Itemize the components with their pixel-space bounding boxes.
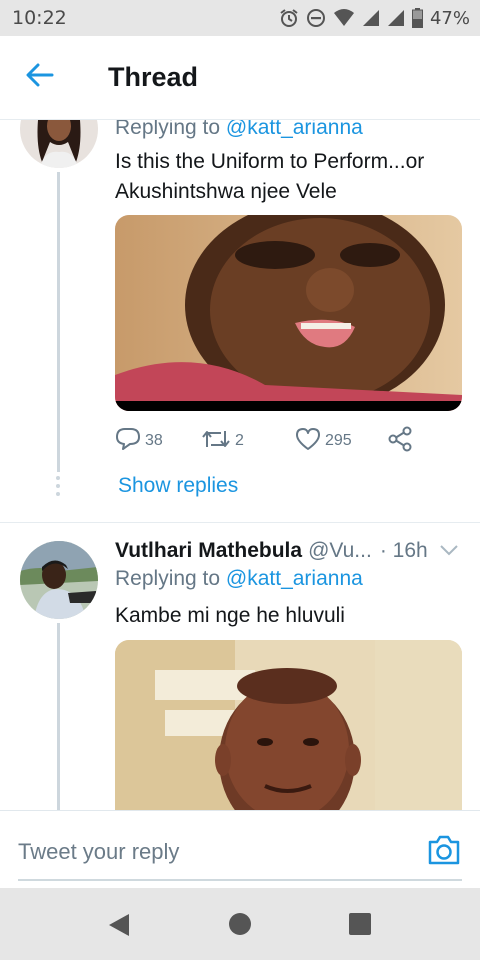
tweet-text: Kambe mi nge he hluvuli bbox=[115, 604, 345, 627]
reply-input[interactable]: Tweet your reply bbox=[18, 829, 462, 881]
author-handle[interactable]: @Vu... bbox=[308, 539, 372, 563]
tweet-text: Is this the Uniform to Perform...or Akus… bbox=[115, 147, 460, 207]
like-count: 295 bbox=[325, 432, 352, 449]
status-icons: 47% bbox=[279, 8, 470, 29]
mention-link[interactable]: @katt_arianna bbox=[226, 120, 363, 139]
retweet-action[interactable]: 2 bbox=[201, 427, 295, 456]
like-action[interactable]: 295 bbox=[295, 427, 387, 456]
share-icon bbox=[387, 426, 413, 457]
do-not-disturb-icon bbox=[306, 8, 326, 28]
page-title: Thread bbox=[108, 62, 199, 92]
signal-icon bbox=[387, 9, 405, 27]
heart-icon bbox=[295, 427, 321, 456]
recents-square-icon[interactable] bbox=[348, 912, 372, 941]
reply-count: 38 bbox=[145, 432, 163, 449]
tweet-image[interactable] bbox=[115, 215, 462, 411]
tweet-time: · 16h bbox=[379, 539, 428, 562]
tweet-image[interactable] bbox=[115, 640, 462, 810]
avatar[interactable] bbox=[20, 120, 98, 168]
reply-icon bbox=[115, 427, 141, 456]
replying-to: Replying to @katt_arianna bbox=[115, 567, 363, 591]
replying-to: Replying to @katt_arianna bbox=[115, 120, 363, 140]
back-triangle-icon[interactable] bbox=[107, 912, 131, 943]
share-action[interactable] bbox=[387, 426, 413, 457]
tweet-text-line: Is this the Uniform to Perform...or bbox=[115, 150, 425, 173]
signal-icon bbox=[362, 9, 380, 27]
back-arrow-icon bbox=[26, 63, 54, 92]
author-name[interactable]: Vutlhari Mathebula bbox=[115, 539, 302, 563]
more-replies-dots bbox=[56, 476, 61, 500]
thread-line bbox=[57, 172, 60, 472]
header: Thread bbox=[0, 36, 480, 120]
reply-bar: Tweet your reply bbox=[0, 810, 480, 888]
thread-line bbox=[57, 623, 60, 810]
retweet-icon bbox=[201, 427, 231, 456]
show-replies-link[interactable]: Show replies bbox=[118, 474, 238, 498]
replying-prefix: Replying to bbox=[115, 120, 221, 139]
status-bar: 10:22 47% bbox=[0, 0, 480, 36]
reply-action[interactable]: 38 bbox=[115, 427, 201, 456]
camera-icon[interactable] bbox=[426, 833, 462, 869]
system-nav-bar bbox=[0, 888, 480, 960]
tweet-header: Vutlhari Mathebula @Vu... · 16h bbox=[115, 537, 460, 565]
tweet-actions: 38 2 295 bbox=[115, 426, 455, 456]
status-time: 10:22 bbox=[12, 7, 67, 29]
chevron-down-icon[interactable] bbox=[438, 539, 460, 563]
battery-icon bbox=[411, 8, 423, 28]
tweet-text-line: Akushintshwa njee Vele bbox=[115, 180, 337, 203]
reply-placeholder: Tweet your reply bbox=[18, 839, 180, 864]
alarm-icon bbox=[279, 8, 299, 28]
avatar[interactable] bbox=[20, 541, 98, 619]
home-circle-icon[interactable] bbox=[228, 912, 252, 941]
battery-percent: 47% bbox=[429, 7, 470, 29]
mention-link[interactable]: @katt_arianna bbox=[226, 567, 363, 590]
replying-prefix: Replying to bbox=[115, 567, 221, 590]
wifi-icon bbox=[333, 9, 355, 27]
back-button[interactable] bbox=[0, 36, 80, 120]
thread-feed[interactable]: Replying to @katt_arianna Is this the Un… bbox=[0, 120, 480, 810]
divider bbox=[0, 522, 480, 523]
retweet-count: 2 bbox=[235, 432, 244, 449]
